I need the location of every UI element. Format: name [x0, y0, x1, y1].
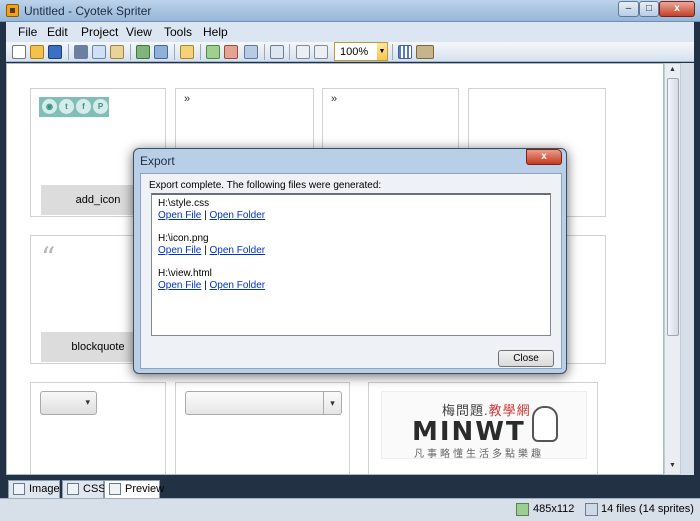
menu-project[interactable]: Project	[81, 25, 118, 39]
dialog-title: Export	[140, 154, 175, 168]
open-folder-link[interactable]: Open Folder	[210, 245, 266, 256]
color-picker-icon[interactable]	[416, 45, 434, 59]
dropdown-sprite	[40, 391, 97, 415]
chevron-down-icon: ▾	[323, 392, 341, 414]
view-tabs: Image CSS Preview	[6, 478, 694, 498]
splitter[interactable]	[681, 63, 694, 475]
double-chevron-down-icon: »	[184, 93, 191, 105]
remove-icon[interactable]	[224, 45, 238, 59]
open-folder-link[interactable]: Open Folder	[210, 280, 266, 291]
window-title: Untitled - Cyotek Spriter	[24, 4, 152, 18]
tab-preview[interactable]: Preview	[104, 480, 164, 498]
file-path: H:\view.html	[158, 268, 212, 279]
chevron-down-icon: ▼	[377, 43, 387, 60]
export-icon[interactable]	[206, 45, 220, 59]
open-file-link[interactable]: Open File	[158, 280, 201, 291]
list-item: H:\style.css Open File | Open Folder	[158, 198, 544, 222]
facebook-icon: f	[76, 99, 91, 114]
rss-icon: ◉	[42, 99, 57, 114]
image-size-icon	[516, 503, 529, 516]
list-item: H:\icon.png Open File | Open Folder	[158, 233, 544, 257]
app-window: Untitled - Cyotek Spriter – □ x File Edi…	[0, 0, 700, 521]
close-window-button[interactable]: x	[659, 1, 695, 17]
status-dimensions: 485x112	[533, 503, 575, 515]
add-folder-icon[interactable]	[154, 45, 168, 59]
minimize-button[interactable]: –	[618, 1, 639, 17]
css-icon	[67, 483, 79, 495]
plurk-icon: P	[93, 99, 108, 114]
sprite-cell[interactable]	[30, 382, 166, 474]
menu-bar: File Edit Project View Tools Help	[6, 22, 694, 42]
list-item: H:\view.html Open File | Open Folder	[158, 268, 544, 292]
files-icon	[585, 503, 598, 516]
status-bar: 485x112 14 files (14 sprites)	[0, 498, 700, 521]
app-icon	[6, 4, 19, 17]
new-icon[interactable]	[12, 45, 26, 59]
open-folder-icon[interactable]	[30, 45, 44, 59]
minwt-logo: 梅問題.教學網 MINWT 凡事略懂生活多點樂趣	[381, 391, 587, 460]
save-icon[interactable]	[48, 45, 62, 59]
sprite-cell[interactable]: ▾	[175, 382, 350, 474]
add-image-icon[interactable]	[136, 45, 150, 59]
quote-icon: “	[41, 241, 56, 274]
export-dialog: Export x Export complete. The following …	[133, 148, 567, 374]
file-path: H:\style.css	[158, 198, 210, 209]
generated-files-list: H:\style.css Open File | Open Folder H:\…	[151, 193, 551, 336]
mascot-icon	[532, 406, 558, 442]
tab-css[interactable]: CSS	[62, 480, 106, 498]
open-file-link[interactable]: Open File	[158, 210, 201, 221]
sprite-cell[interactable]: 梅問題.教學網 MINWT 凡事略懂生活多點樂趣	[368, 382, 598, 474]
toolbar: 100% ▼	[6, 42, 694, 62]
menu-help[interactable]: Help	[203, 25, 228, 39]
vertical-scrollbar[interactable]: ▲ ▼	[664, 63, 681, 475]
menu-view[interactable]: View	[126, 25, 152, 39]
paste-icon[interactable]	[110, 45, 124, 59]
menu-tools[interactable]: Tools	[164, 25, 192, 39]
settings-icon[interactable]	[270, 45, 284, 59]
scroll-thumb[interactable]	[667, 78, 679, 336]
menu-edit[interactable]: Edit	[47, 25, 68, 39]
twitter-icon: t	[59, 99, 74, 114]
maximize-button[interactable]: □	[639, 1, 659, 17]
status-files: 14 files (14 sprites)	[601, 503, 694, 515]
refresh-icon[interactable]	[244, 45, 258, 59]
tab-image[interactable]: Image	[8, 480, 60, 498]
double-chevron-right-icon: »	[331, 93, 338, 105]
open-file-link[interactable]: Open File	[158, 245, 201, 256]
copy-icon[interactable]	[92, 45, 106, 59]
zoom-value: 100%	[340, 46, 369, 58]
export-message: Export complete. The following files wer…	[149, 180, 382, 191]
grid-icon[interactable]	[398, 45, 412, 59]
close-button[interactable]: Close	[498, 350, 554, 367]
menu-file[interactable]: File	[18, 25, 37, 39]
preview-icon	[109, 483, 121, 495]
social-icons-sprite: ◉ t f P	[39, 97, 109, 117]
dialog-close-icon[interactable]: x	[526, 149, 562, 165]
cut-icon[interactable]	[74, 45, 88, 59]
file-path: H:\icon.png	[158, 233, 209, 244]
properties-icon[interactable]	[180, 45, 194, 59]
zoom-select[interactable]: 100% ▼	[334, 42, 388, 61]
title-bar: Untitled - Cyotek Spriter – □ x	[0, 0, 700, 22]
dialog-body: Export complete. The following files wer…	[140, 173, 562, 369]
zoom-fit-icon[interactable]	[296, 45, 310, 59]
actual-size-icon[interactable]	[314, 45, 328, 59]
scroll-up-icon[interactable]: ▲	[669, 66, 676, 73]
scroll-down-icon[interactable]: ▼	[669, 462, 676, 469]
image-icon	[13, 483, 25, 495]
open-folder-link[interactable]: Open Folder	[210, 210, 266, 221]
dropdown-wide-sprite: ▾	[185, 391, 342, 415]
